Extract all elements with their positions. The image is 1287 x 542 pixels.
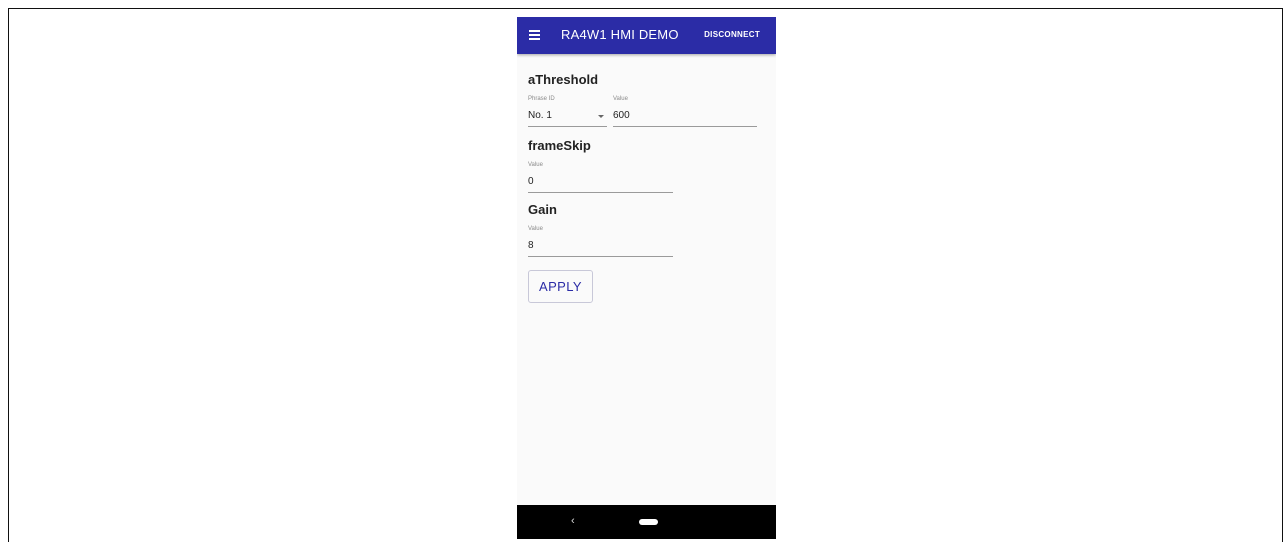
athreshold-value-underline <box>613 126 757 127</box>
chevron-down-icon <box>598 115 604 118</box>
frameskip-value-field[interactable]: Value 0 <box>528 162 673 193</box>
athreshold-value-field[interactable]: Value 600 <box>613 96 757 127</box>
gain-value-field[interactable]: Value 8 <box>528 226 673 257</box>
frameskip-value-input: 0 <box>528 176 534 187</box>
phrase-id-underline <box>528 126 607 127</box>
disconnect-button[interactable]: DISCONNECT <box>704 30 760 39</box>
app-title: RA4W1 HMI DEMO <box>561 27 679 42</box>
phrase-id-label: Phrase ID <box>528 96 555 102</box>
frameskip-value-underline <box>528 192 673 193</box>
gain-value-input: 8 <box>528 240 534 251</box>
system-navigation-bar: ‹ <box>517 505 776 539</box>
phrase-id-dropdown[interactable]: Phrase ID No. 1 <box>528 96 607 127</box>
gain-title: Gain <box>528 202 557 217</box>
athreshold-value-input: 600 <box>613 110 630 121</box>
athreshold-value-label: Value <box>613 96 628 102</box>
athreshold-title: aThreshold <box>528 72 599 87</box>
frameskip-value-label: Value <box>528 162 543 168</box>
hamburger-menu-icon[interactable] <box>529 30 540 40</box>
home-pill-icon[interactable] <box>639 519 658 525</box>
back-chevron-icon[interactable]: ‹ <box>571 516 575 527</box>
frameskip-title: frameSkip <box>528 138 591 153</box>
phrase-id-value: No. 1 <box>528 110 552 121</box>
phone-screen: RA4W1 HMI DEMO DISCONNECT aThreshold Phr… <box>517 17 776 539</box>
gain-value-underline <box>528 256 673 257</box>
app-bar: RA4W1 HMI DEMO DISCONNECT <box>517 17 776 54</box>
apply-button[interactable]: APPLY <box>528 270 593 303</box>
gain-value-label: Value <box>528 226 543 232</box>
